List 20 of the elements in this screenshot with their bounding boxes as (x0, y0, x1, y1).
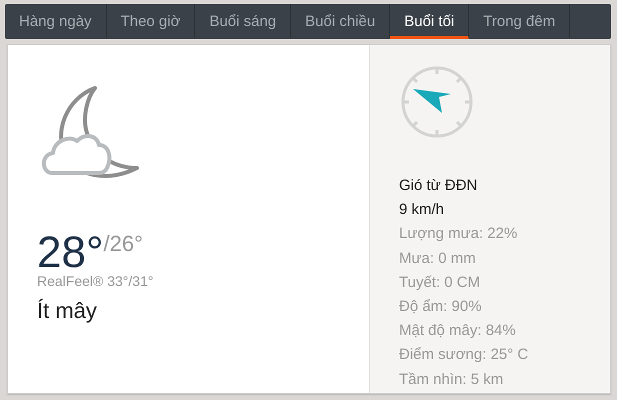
tab[interactable]: Buổi sáng (195, 4, 292, 39)
condition-text: Ít mây (37, 298, 98, 324)
tab[interactable]: Buổi chiều (291, 4, 390, 39)
detail-text: Tuyết: 0 CM (399, 272, 482, 293)
detail-text: 9 km/h (399, 200, 446, 220)
tab[interactable]: Theo giờ (106, 4, 196, 39)
low-temperature: /26° (104, 231, 143, 257)
tab[interactable]: Hàng ngày (5, 4, 107, 39)
detail-text: Điểm sương: 25° C (399, 345, 530, 366)
detail-text: Gió từ ĐĐN (399, 176, 478, 196)
detail-text: Tầm nhìn: 5 km (399, 370, 504, 390)
wind-compass-icon (399, 64, 475, 140)
tab[interactable]: Trong đêm (469, 4, 570, 39)
detail-text: Mật độ mây: 84% (399, 321, 517, 342)
detail-text: Mưa: 0 mm (399, 248, 477, 269)
temperature: 28° (37, 231, 104, 275)
detail-text: Độ ẩm: 90% (399, 297, 483, 318)
realfeel-text: RealFeel® 33°/31° (37, 273, 154, 289)
tab[interactable]: Buổi tối (390, 4, 470, 39)
detail-text: Lượng mưa: 22% (399, 224, 518, 244)
